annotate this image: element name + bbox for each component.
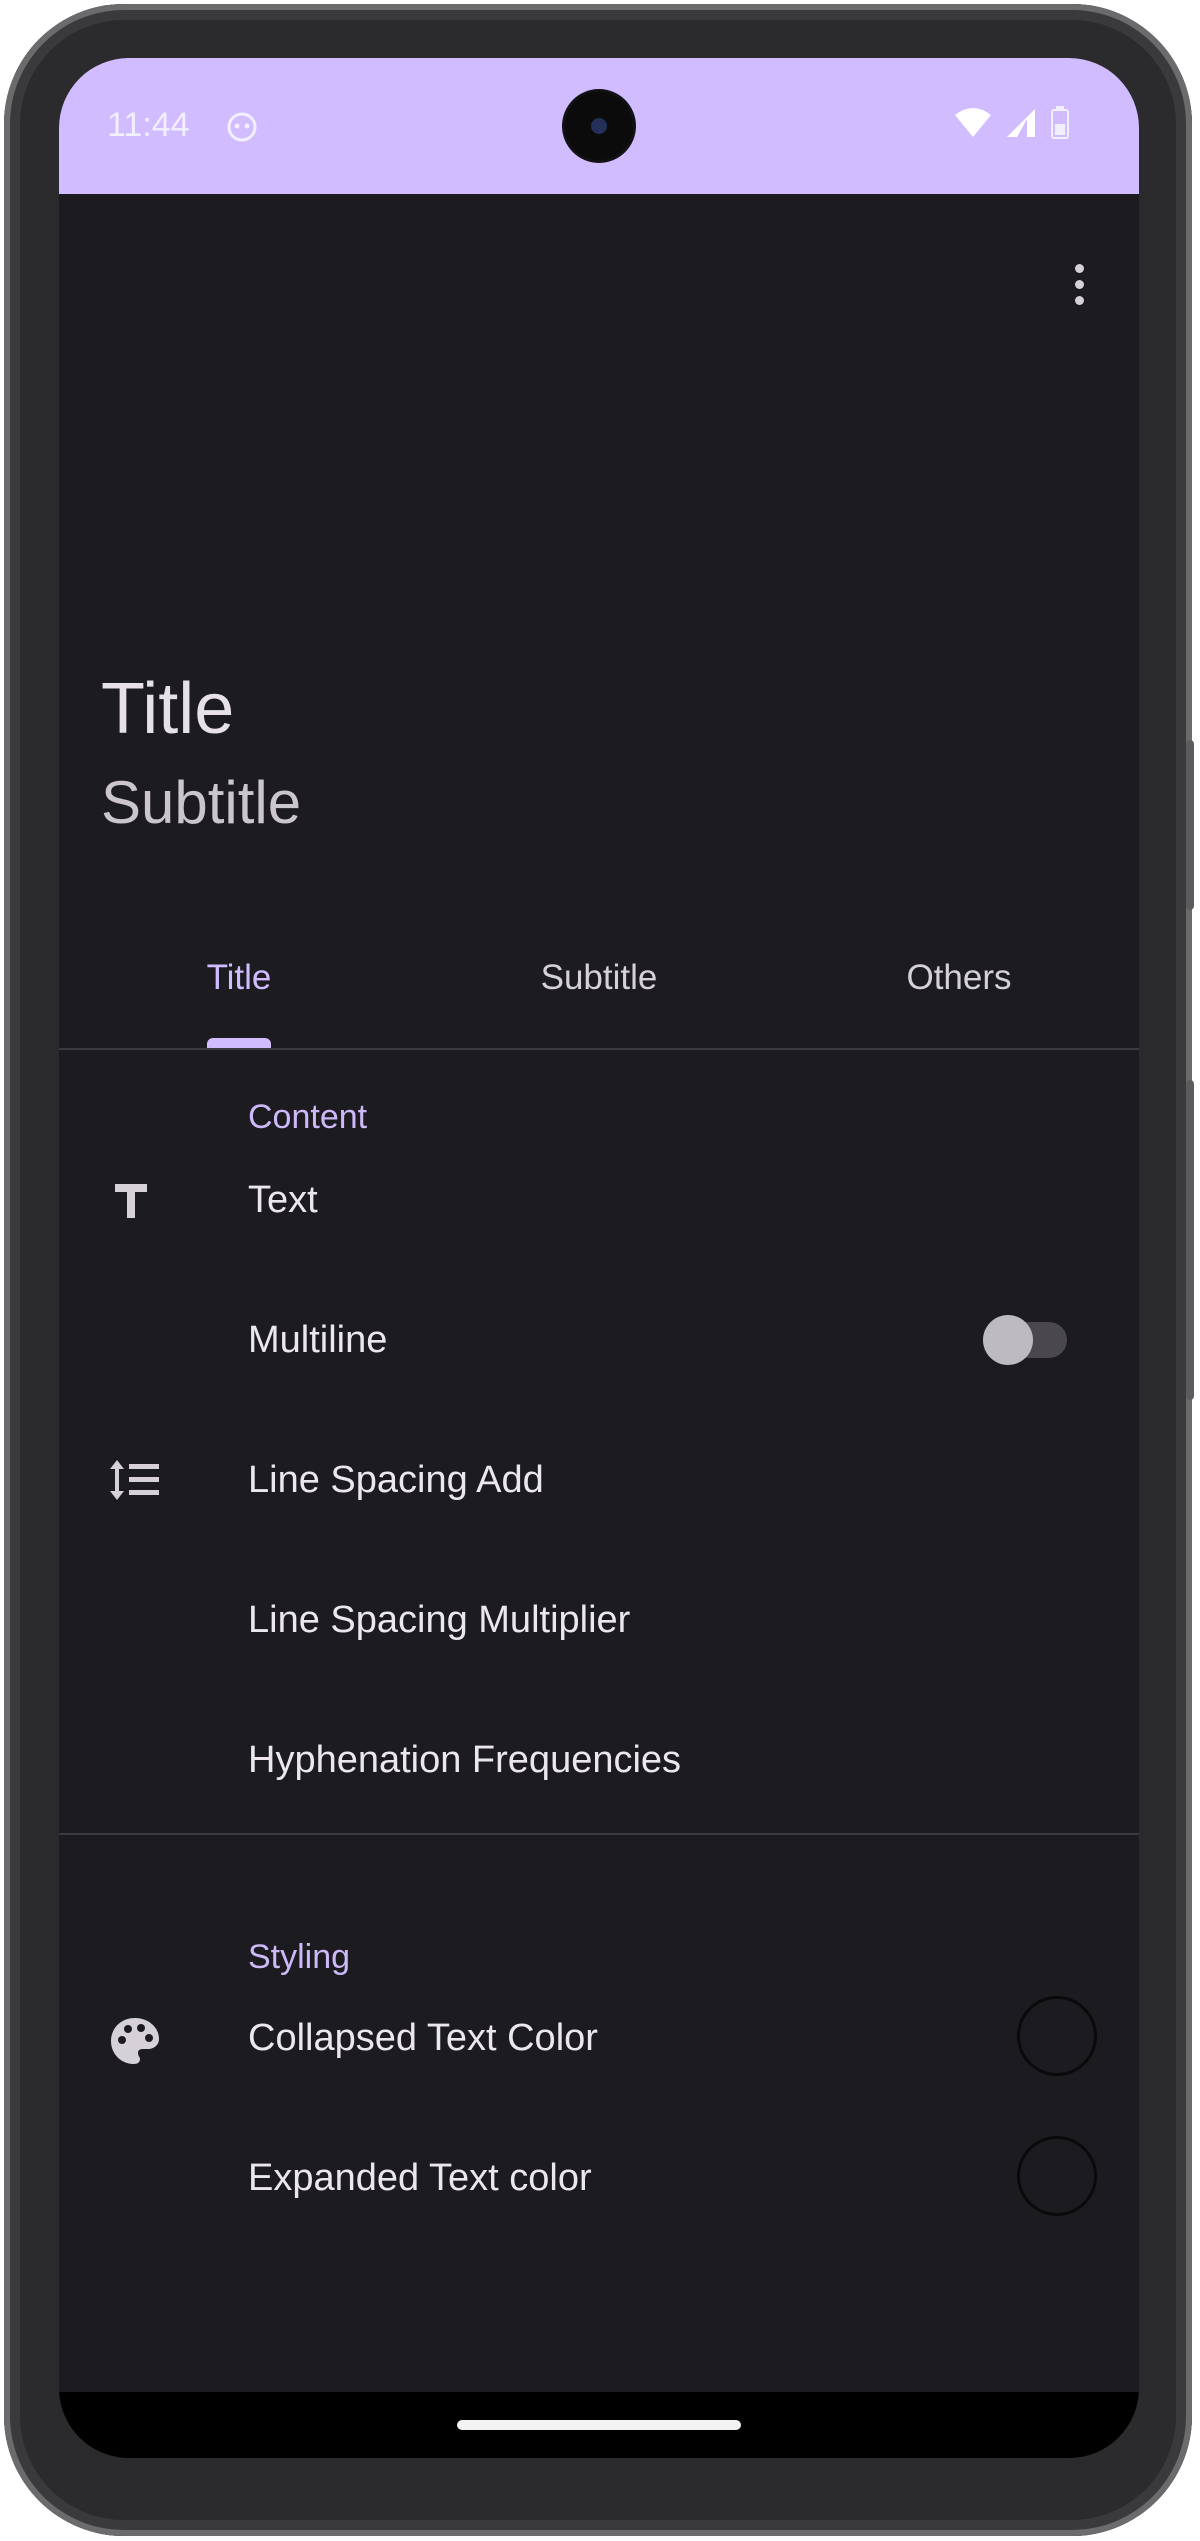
collapsing-subtitle: Subtitle [101,769,302,836]
setting-multiline[interactable]: Multiline [59,1270,1139,1410]
palette-icon [107,2014,159,2064]
navigation-bar [59,2392,1139,2458]
volume-button [1186,740,1194,910]
more-options-icon[interactable] [1055,248,1103,320]
battery-icon [1049,106,1071,145]
setting-line-spacing-multiplier[interactable]: Line Spacing Multiplier [59,1550,1139,1690]
setting-label: Line Spacing Add [248,1458,544,1501]
front-camera [565,92,633,160]
signal-icon [1005,107,1037,144]
screen: 11:44 Title Subtitle Title Subtitle Othe… [59,58,1139,2458]
setting-text[interactable]: Text [59,1130,1139,1270]
expanded-color-swatch[interactable] [1017,2136,1097,2216]
setting-label: Multiline [248,1318,388,1361]
setting-collapsed-text-color[interactable]: Collapsed Text Color [59,1968,1139,2108]
multiline-switch[interactable] [983,1315,1067,1365]
switch-thumb [983,1315,1033,1365]
tab-title[interactable]: Title [59,908,419,1048]
tab-indicator [207,1038,271,1048]
section-divider [59,1833,1139,1835]
power-button [1186,1080,1194,1400]
notification-icon [225,110,259,149]
setting-label: Expanded Text color [248,2156,592,2199]
setting-label: Collapsed Text Color [248,2016,598,2059]
tab-label: Title [206,958,272,997]
setting-label: Text [248,1178,318,1221]
setting-hyphenation-frequencies[interactable]: Hyphenation Frequencies [59,1690,1139,1830]
line-spacing-icon [107,1456,159,1504]
tab-label: Others [906,958,1012,997]
collapsed-color-swatch[interactable] [1017,1996,1097,2076]
collapsing-title: Title [101,669,235,749]
tab-others[interactable]: Others [779,908,1139,1048]
setting-line-spacing-add[interactable]: Line Spacing Add [59,1410,1139,1550]
wifi-icon [953,107,993,144]
text-icon [107,1176,155,1224]
setting-label: Line Spacing Multiplier [248,1598,631,1641]
tab-label: Subtitle [540,958,658,997]
status-time: 11:44 [107,106,190,144]
setting-label: Hyphenation Frequencies [248,1738,682,1781]
home-handle[interactable] [457,2420,741,2430]
tab-subtitle[interactable]: Subtitle [419,908,779,1048]
setting-expanded-text-color[interactable]: Expanded Text color [59,2108,1139,2248]
tab-bar: Title Subtitle Others [59,908,1139,1050]
status-bar: 11:44 [59,58,1139,194]
